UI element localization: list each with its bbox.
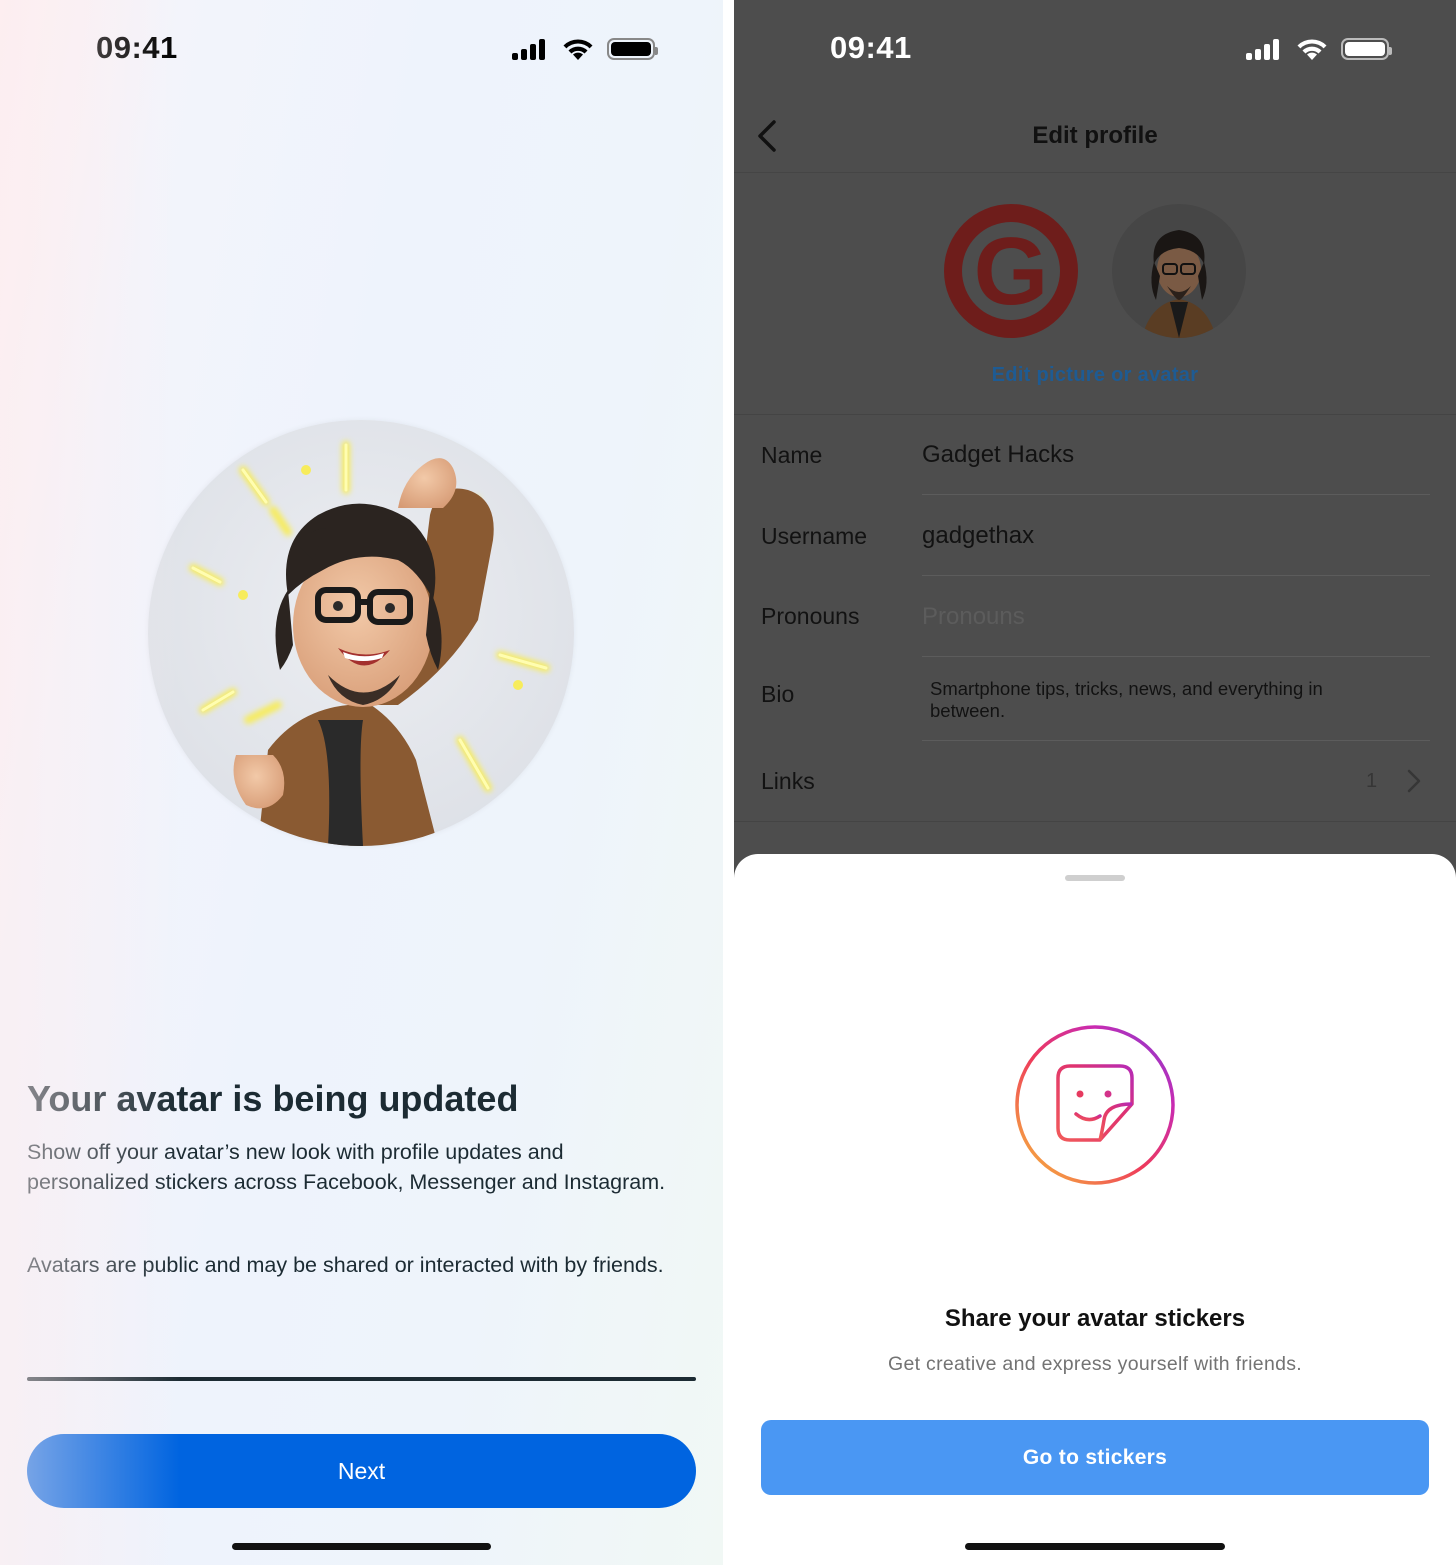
avatar-update-screen: 09:41 Your avatar is being updated Show … [0, 0, 723, 1565]
screen-divider [723, 0, 734, 1565]
status-bar: 09:41 [0, 0, 723, 100]
links-label[interactable]: Links [761, 768, 815, 795]
cellular-signal-icon [512, 39, 545, 60]
home-indicator [232, 1543, 491, 1550]
edit-profile-screen: 09:41 Edit profile G Edit picture or ava… [734, 0, 1456, 1565]
pronouns-label: Pronouns [761, 603, 860, 629]
sheet-subtitle: Get creative and express yourself with f… [887, 1353, 1303, 1375]
section-divider [734, 414, 1456, 415]
progress-bar [27, 1377, 696, 1381]
field-divider [922, 494, 1430, 495]
gadget-hacks-logo-icon: G [962, 222, 1060, 320]
cellular-signal-icon [1246, 39, 1279, 60]
stickers-bottom-sheet: Share your avatar stickers Get creative … [734, 854, 1456, 1565]
status-time: 09:41 [830, 30, 912, 65]
chevron-right-icon[interactable] [1406, 768, 1422, 794]
username-field[interactable]: gadgethax [922, 522, 1034, 550]
battery-icon [1341, 38, 1392, 60]
sticker-smiley-icon [1015, 1025, 1175, 1185]
field-divider [922, 575, 1430, 576]
avatar-celebrating-icon [189, 441, 550, 846]
bio-label: Bio [761, 681, 795, 707]
header-divider [734, 172, 1456, 173]
profile-picture[interactable]: G [944, 204, 1078, 338]
status-time: 09:41 [96, 30, 178, 65]
links-count: 1 [1366, 770, 1378, 792]
sheet-grab-handle[interactable] [1065, 875, 1125, 881]
go-to-stickers-button[interactable]: Go to stickers [761, 1420, 1429, 1495]
bio-field[interactable]: Smartphone tips, tricks, news, and every… [930, 678, 1400, 722]
pronouns-field[interactable]: Pronouns [922, 603, 1025, 631]
sheet-title: Share your avatar stickers [944, 1305, 1246, 1332]
section-divider [734, 821, 1456, 822]
description-text: Show off your avatar’s new look with pro… [27, 1140, 666, 1194]
wifi-icon [563, 39, 593, 60]
status-bar: 09:41 [734, 0, 1456, 100]
next-button[interactable]: Next [27, 1434, 696, 1508]
logo-letter: G [973, 218, 1049, 325]
header-title: Edit profile [1032, 122, 1158, 149]
page-title: Your avatar is being updated [27, 1078, 519, 1119]
name-field[interactable]: Gadget Hacks [922, 441, 1074, 469]
wifi-icon [1297, 39, 1327, 60]
privacy-text: Avatars are public and may be shared or … [27, 1253, 664, 1277]
name-label: Name [761, 442, 823, 468]
field-divider [922, 740, 1430, 741]
avatar-celebration-image [148, 420, 574, 846]
field-divider [922, 656, 1430, 657]
edit-picture-link[interactable]: Edit picture or avatar [734, 364, 1456, 387]
avatar-thumbnail[interactable] [1112, 204, 1246, 338]
username-label: Username [761, 523, 868, 549]
avatar-head-icon [1142, 230, 1216, 338]
battery-icon [607, 38, 658, 60]
home-indicator [965, 1543, 1225, 1550]
